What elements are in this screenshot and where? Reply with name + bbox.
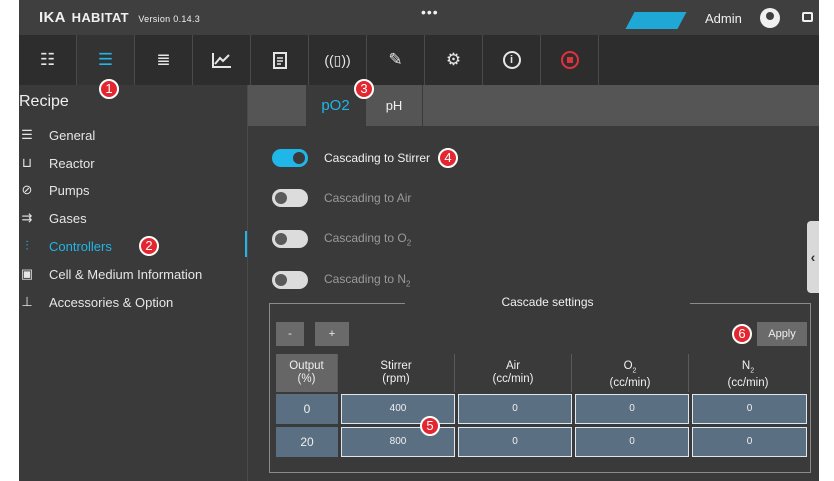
gas-icon: ⇉ [21,210,33,225]
sidebar-item-label: Reactor [49,155,95,171]
controller-content: pO2 pH Cascading to Stirrer 4 Cascading … [248,85,819,481]
cascade-settings-title: Cascade settings [405,295,690,309]
overview-icon: ☷ [39,50,56,69]
sidebar-item-label: General [49,127,96,143]
pump-icon: ⊘ [21,182,33,197]
app-brand: IKA HABITAT Version 0.14.3 [39,9,200,26]
decrement-button[interactable]: - [276,322,304,346]
annotation-badge-1: 1 [99,79,119,99]
info-icon: i [502,51,521,69]
apply-button[interactable]: Apply [757,322,807,346]
product-name: HABITAT [71,10,129,25]
general-icon: ☰ [21,127,33,142]
n2-input[interactable]: 0 [692,427,807,457]
stop-icon [560,51,579,69]
annotation-badge-3: 3 [354,79,374,99]
sidebar-item-reactor[interactable]: ⊔ Reactor [19,150,95,176]
header-n2: N2 (cc/min) [727,360,769,390]
header-stirrer: Stirrer (rpm) [338,354,455,392]
cascade-air-toggle[interactable] [272,189,308,207]
toolbar-info-button[interactable]: i [483,35,541,85]
cascade-stirrer-toggle[interactable] [272,149,308,167]
app-window: IKA HABITAT Version 0.14.3 ••• Admin ☷ ☰… [19,0,819,481]
cascade-o2-toggle[interactable] [272,230,308,248]
air-input[interactable]: 0 [458,427,572,457]
keyboard-icon[interactable] [802,12,813,22]
toolbar-report-button[interactable] [251,35,309,85]
reactor-icon: ⊔ [21,155,33,170]
air-input[interactable]: 0 [458,394,572,424]
collapse-panel-handle[interactable]: ‹ [807,221,819,293]
version-label: Version 0.14.3 [138,14,201,24]
clipboard-icon [272,52,287,69]
cascade-air-row: Cascading to Air [272,187,411,209]
header-air: Air (cc/min) [455,354,572,392]
sliders-icon: ☰ [97,50,114,69]
controllers-icon: ⫶ [25,238,29,253]
cascade-o2-label: Cascading to O2 [324,230,412,248]
sidebar-item-label: Pumps [49,182,90,198]
sidebar-item-pumps[interactable]: ⊘ Pumps [19,177,90,203]
annotation-badge-5: 5 [420,416,440,436]
toolbar-list-button[interactable]: ≣ [135,35,193,85]
gear-icon: ⚙ [445,50,462,69]
toolbar-trend-button[interactable] [193,35,251,85]
toolbar-settings-button[interactable]: ⚙ [425,35,483,85]
cascade-n2-row: Cascading to N2 [272,269,411,291]
table-row-output: 20 [276,427,338,457]
sidebar-item-controllers[interactable]: ⫶ Controllers [19,233,112,259]
o2-input[interactable]: 0 [575,427,689,457]
cascade-n2-toggle[interactable] [272,271,308,289]
sidebar-title: Recipe [19,93,69,110]
toolbar-tools-button[interactable]: ✎ [367,35,425,85]
title-bar: IKA HABITAT Version 0.14.3 ••• Admin [19,0,819,35]
accessories-icon: ⊥ [21,294,33,309]
toolbar-vibration-button[interactable]: ((▯)) [309,35,367,85]
cascade-stirrer-row: Cascading to Stirrer 4 [272,147,459,169]
sidebar-item-label: Accessories & Option [49,294,174,310]
list-icon: ≣ [156,50,171,69]
vibration-icon: ((▯)) [324,51,351,68]
toolbar-stop-button[interactable] [541,35,599,85]
header-o2: O2 (cc/min) [572,354,689,392]
cascade-settings-panel: Cascade settings - + 6 Apply Output (%) S… [269,295,811,473]
sidebar-item-label: Controllers [49,238,112,254]
increment-button[interactable]: + [315,322,349,346]
controller-tabs: pO2 pH [248,85,819,126]
cascade-n2-label: Cascading to N2 [324,271,411,289]
cascade-stirrer-label: Cascading to Stirrer [324,151,431,165]
cascade-o2-row: Cascading to O2 [272,228,411,250]
more-menu-icon[interactable]: ••• [421,4,439,20]
n2-input[interactable]: 0 [692,394,807,424]
sidebar-item-cell-medium[interactable]: ▣ Cell & Medium Information [19,261,202,287]
user-avatar-icon[interactable] [760,8,780,28]
annotation-badge-2: 2 [139,236,159,256]
annotation-badge-4: 4 [438,148,459,168]
toolbar-recipe-button[interactable]: ☰ [77,35,135,85]
connection-status-indicator [625,12,687,29]
chart-icon [211,53,231,68]
sidebar-item-general[interactable]: ☰ General [19,122,95,148]
sidebar-item-gases[interactable]: ⇉ Gases [19,205,87,231]
sidebar-item-label: Cell & Medium Information [49,266,203,282]
sidebar-item-accessories[interactable]: ⊥ Accessories & Option [19,289,173,315]
header-output: Output (%) [276,354,338,392]
main-toolbar: ☷ ☰ ≣ ((▯)) ✎ ⚙ i [19,35,819,85]
active-item-indicator [245,231,247,257]
cascade-air-label: Cascading to Air [324,191,412,205]
toolbar-overview-button[interactable]: ☷ [19,35,77,85]
cell-icon: ▣ [20,266,34,281]
recipe-sidebar: Recipe ☰ General ⊔ Reactor ⊘ Pumps ⇉ Gas… [19,85,248,481]
wrench-icon: ✎ [388,50,403,69]
tab-ph[interactable]: pH [366,85,423,126]
sidebar-item-label: Gases [49,210,87,226]
o2-input[interactable]: 0 [575,394,689,424]
brand-logo: IKA [39,9,66,26]
user-name: Admin [705,11,742,26]
table-row-output: 0 [276,394,338,424]
annotation-badge-6: 6 [732,324,752,344]
